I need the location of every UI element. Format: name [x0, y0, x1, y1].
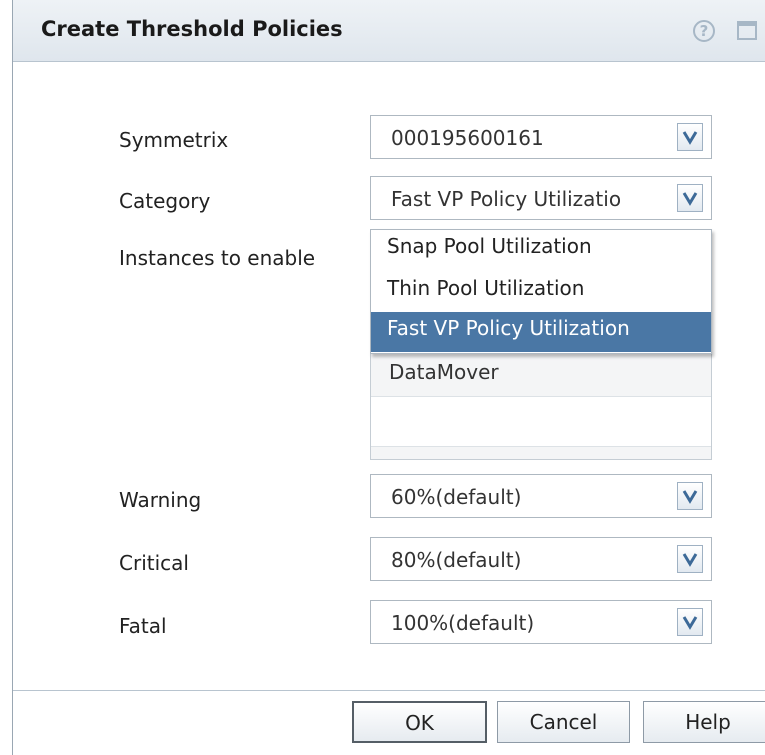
help-icon[interactable]: ?: [693, 20, 715, 42]
dialog-title: Create Threshold Policies: [41, 17, 343, 41]
critical-value: 80%(default): [391, 548, 522, 572]
list-item[interactable]: [371, 397, 711, 447]
category-select[interactable]: Fast VP Policy Utilizatio: [370, 176, 712, 220]
list-item[interactable]: DataMover: [371, 347, 711, 397]
warning-label: Warning: [119, 488, 202, 512]
chevron-down-icon[interactable]: [677, 184, 703, 212]
fatal-select[interactable]: 100%(default): [370, 600, 712, 644]
chevron-down-icon[interactable]: [677, 608, 703, 636]
list-item[interactable]: [371, 447, 711, 459]
cancel-button[interactable]: Cancel: [497, 701, 630, 743]
critical-label: Critical: [119, 551, 189, 575]
chevron-down-icon[interactable]: [677, 545, 703, 573]
category-label: Category: [119, 189, 211, 213]
fatal-value: 100%(default): [391, 611, 535, 635]
chevron-down-icon[interactable]: [677, 123, 703, 151]
symmetrix-select[interactable]: 000195600161: [370, 115, 712, 159]
create-threshold-policies-dialog: Create Threshold Policies ? Symmetrix 00…: [12, 0, 765, 755]
help-button[interactable]: Help: [643, 701, 765, 743]
dropdown-option-thin-pool[interactable]: Thin Pool Utilization: [371, 272, 711, 312]
chevron-down-icon[interactable]: [677, 482, 703, 510]
symmetrix-value: 000195600161: [391, 126, 544, 150]
fatal-label: Fatal: [119, 614, 167, 638]
instances-label: Instances to enable: [119, 246, 316, 270]
critical-select[interactable]: 80%(default): [370, 537, 712, 581]
dialog-footer: OK Cancel Help: [13, 690, 765, 755]
dropdown-option-snap-pool[interactable]: Snap Pool Utilization: [371, 230, 711, 270]
category-value: Fast VP Policy Utilizatio: [391, 187, 622, 211]
dropdown-option-fast-vp[interactable]: Fast VP Policy Utilization: [371, 312, 711, 352]
maximize-icon[interactable]: [737, 21, 757, 40]
warning-select[interactable]: 60%(default): [370, 474, 712, 518]
category-dropdown-menu[interactable]: Snap Pool Utilization Thin Pool Utilizat…: [370, 229, 712, 354]
ok-button[interactable]: OK: [352, 701, 487, 743]
dialog-titlebar: Create Threshold Policies ?: [13, 0, 765, 62]
warning-value: 60%(default): [391, 485, 522, 509]
symmetrix-label: Symmetrix: [119, 128, 229, 152]
